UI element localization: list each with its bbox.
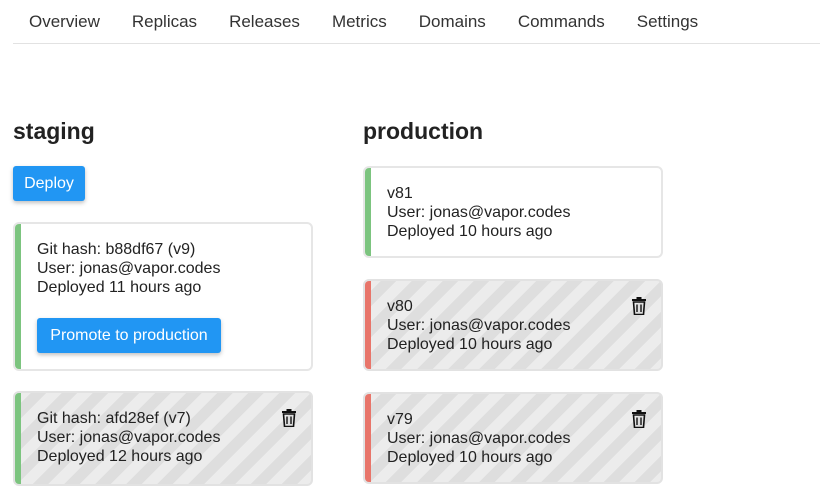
status-indicator — [365, 168, 371, 256]
deploy-time: Deployed 10 hours ago — [387, 449, 553, 466]
trash-icon[interactable] — [631, 410, 647, 428]
production-release-card: v80 User: jonas@vapor.codes Deployed 10 … — [363, 279, 663, 371]
production-release-card: v79 User: jonas@vapor.codes Deployed 10 … — [363, 392, 663, 484]
trash-icon[interactable] — [631, 297, 647, 315]
production-release-card: v81 User: jonas@vapor.codes Deployed 10 … — [363, 166, 663, 258]
tab-replicas[interactable]: Replicas — [116, 12, 213, 32]
status-indicator — [365, 394, 371, 482]
deploy-user: User: jonas@vapor.codes — [37, 260, 221, 277]
deploy-user: User: jonas@vapor.codes — [387, 204, 571, 221]
staging-release-card: Git hash: b88df67 (v9) User: jonas@vapor… — [13, 222, 313, 371]
release-details: v80 User: jonas@vapor.codes Deployed 10 … — [387, 297, 570, 354]
release-version: v79 — [387, 411, 413, 428]
tab-bar: Overview Replicas Releases Metrics Domai… — [13, 0, 820, 44]
release-details: v79 User: jonas@vapor.codes Deployed 10 … — [387, 410, 570, 467]
production-title: production — [363, 118, 484, 144]
tab-overview[interactable]: Overview — [13, 12, 116, 32]
tab-releases[interactable]: Releases — [213, 12, 316, 32]
staging-title: staging — [13, 118, 95, 144]
release-version: v80 — [387, 298, 413, 315]
tab-settings[interactable]: Settings — [621, 12, 714, 32]
status-indicator — [15, 393, 21, 484]
status-indicator — [15, 224, 21, 369]
promote-to-production-button[interactable]: Promote to production — [37, 318, 221, 353]
deploy-time: Deployed 12 hours ago — [37, 448, 203, 465]
release-details: Git hash: b88df67 (v9) User: jonas@vapor… — [37, 240, 220, 297]
tab-commands[interactable]: Commands — [502, 12, 621, 32]
git-hash: Git hash: afd28ef (v7) — [37, 410, 191, 427]
deploy-user: User: jonas@vapor.codes — [387, 430, 571, 447]
deploy-user: User: jonas@vapor.codes — [387, 317, 571, 334]
release-details: v81 User: jonas@vapor.codes Deployed 10 … — [387, 184, 570, 241]
deploy-time: Deployed 11 hours ago — [37, 279, 202, 296]
deploy-button[interactable]: Deploy — [13, 166, 85, 201]
git-hash: Git hash: b88df67 (v9) — [37, 241, 196, 258]
tab-metrics[interactable]: Metrics — [316, 12, 403, 32]
tab-domains[interactable]: Domains — [403, 12, 502, 32]
status-indicator — [365, 281, 371, 369]
release-details: Git hash: afd28ef (v7) User: jonas@vapor… — [37, 409, 220, 466]
trash-icon[interactable] — [281, 409, 297, 427]
deploy-user: User: jonas@vapor.codes — [37, 429, 221, 446]
deploy-time: Deployed 10 hours ago — [387, 223, 553, 240]
release-version: v81 — [387, 185, 413, 202]
deploy-time: Deployed 10 hours ago — [387, 336, 553, 353]
staging-release-card: Git hash: afd28ef (v7) User: jonas@vapor… — [13, 391, 313, 486]
